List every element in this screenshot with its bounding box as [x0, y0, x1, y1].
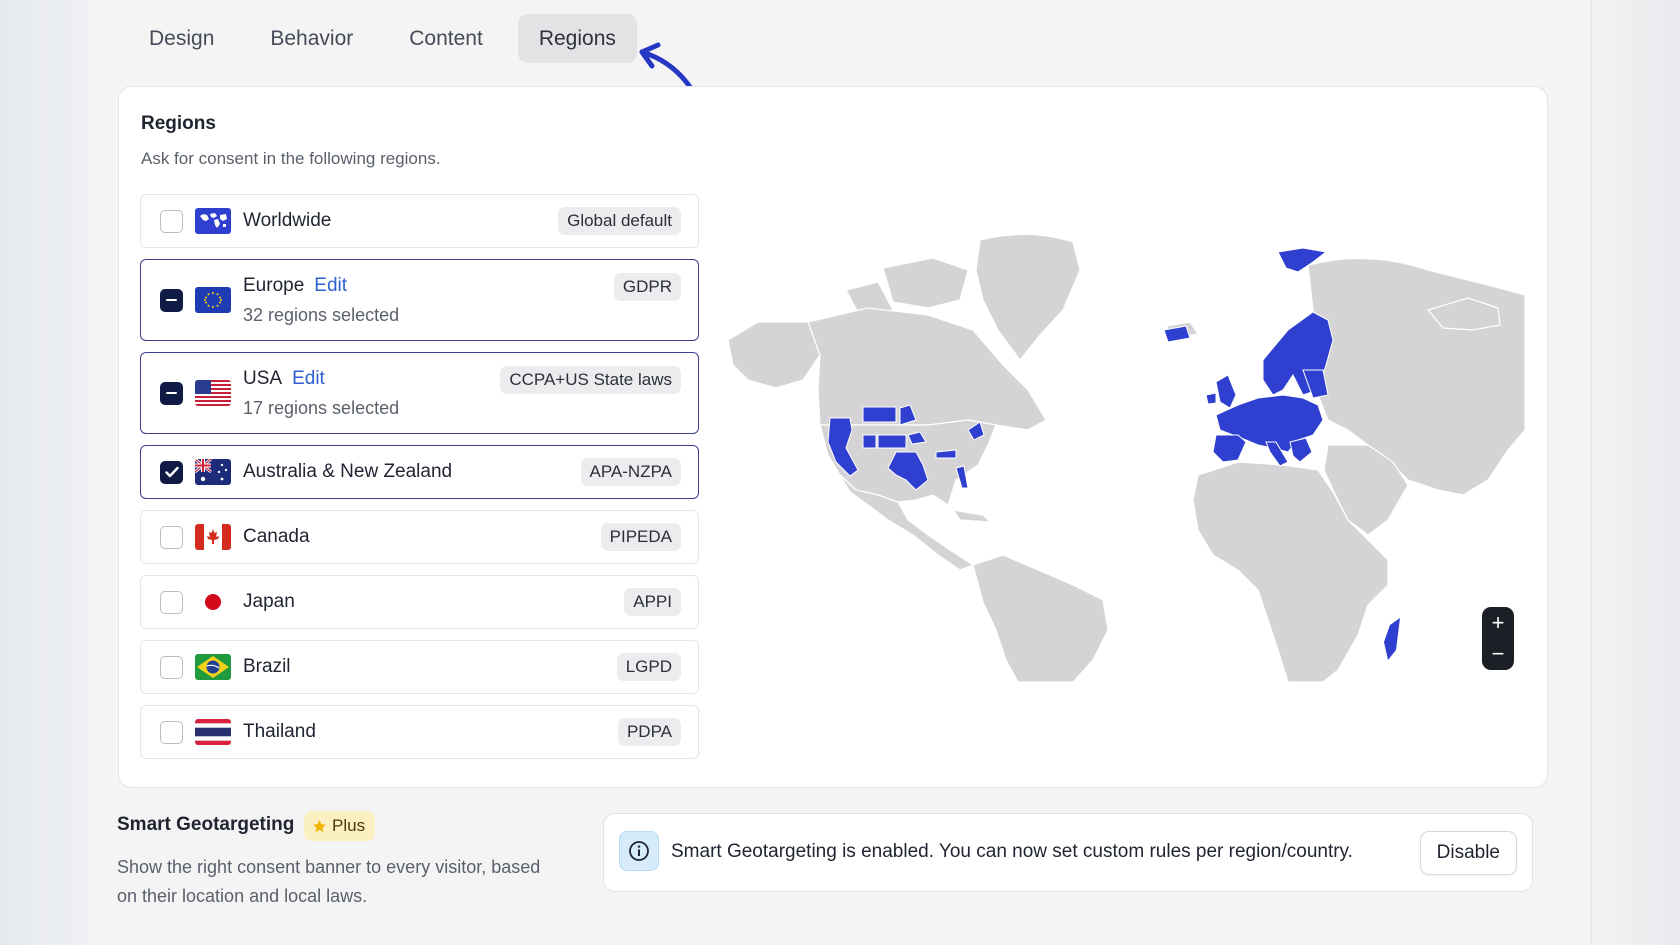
- world-map[interactable]: [728, 230, 1525, 682]
- us-flag-icon: [195, 380, 231, 406]
- region-name: Worldwide: [243, 210, 332, 231]
- law-badge: Global default: [558, 207, 681, 235]
- region-name: Japan: [243, 591, 295, 612]
- checkbox[interactable]: [160, 525, 183, 549]
- law-badge: APPI: [624, 588, 681, 616]
- geo-description: Show the right consent banner to every v…: [117, 857, 541, 906]
- tab-behavior[interactable]: Behavior: [249, 14, 374, 63]
- region-row-usa[interactable]: USA Edit 17 regions selected CCPA+US Stat…: [140, 352, 699, 434]
- br-flag-icon: [195, 654, 231, 680]
- region-row-worldwide[interactable]: Worldwide Global default: [140, 194, 699, 248]
- ca-flag-icon: [195, 524, 231, 550]
- disable-button[interactable]: Disable: [1419, 831, 1517, 875]
- tab-bar: Design Behavior Content Regions: [128, 14, 637, 63]
- zoom-in-button[interactable]: +: [1482, 611, 1514, 634]
- region-name: Brazil: [243, 656, 291, 677]
- th-flag-icon: [195, 719, 231, 745]
- geo-title: Smart Geotargeting: [117, 814, 295, 835]
- star-icon: [313, 819, 326, 832]
- region-row-europe[interactable]: Europe Edit 32 regions selected GDPR: [140, 259, 699, 341]
- checkbox-checked[interactable]: [160, 460, 183, 484]
- world-flag-icon: [195, 208, 231, 234]
- region-row-thailand[interactable]: Thailand PDPA: [140, 705, 699, 759]
- region-name: Canada: [243, 526, 310, 547]
- region-count: 32 regions selected: [243, 305, 400, 325]
- region-name: Australia & New Zealand: [243, 461, 453, 482]
- plus-label: Plus: [332, 816, 366, 835]
- law-badge: PDPA: [617, 718, 681, 746]
- map-zoom-control: + −: [1482, 607, 1514, 670]
- region-row-brazil[interactable]: Brazil LGPD: [140, 640, 699, 694]
- region-list: Worldwide Global default Europe Edit 32 r…: [140, 194, 699, 770]
- law-badge: GDPR: [613, 273, 681, 301]
- tab-design[interactable]: Design: [128, 14, 235, 63]
- region-count: 17 regions selected: [243, 398, 400, 418]
- card-subtitle: Ask for consent in the following regions…: [141, 149, 441, 168]
- au-flag-icon: [195, 459, 231, 485]
- edit-link[interactable]: Edit: [292, 368, 325, 389]
- eu-flag-icon: [195, 287, 231, 313]
- region-name: Europe: [243, 275, 305, 296]
- law-badge: APA-NZPA: [580, 458, 681, 486]
- checkbox[interactable]: [160, 655, 183, 679]
- tab-regions[interactable]: Regions: [517, 14, 637, 63]
- jp-flag-icon: [195, 589, 231, 615]
- region-row-japan[interactable]: Japan APPI: [140, 575, 699, 629]
- edit-link[interactable]: Edit: [314, 275, 347, 296]
- checkbox-partial[interactable]: [160, 381, 183, 405]
- region-row-australia-nz[interactable]: Australia & New Zealand APA-NZPA: [140, 445, 699, 499]
- region-name: Thailand: [243, 721, 316, 742]
- info-icon: [619, 831, 659, 871]
- checkbox[interactable]: [160, 720, 183, 744]
- geo-info-banner: Smart Geotargeting is enabled. You can n…: [603, 813, 1533, 892]
- zoom-out-button[interactable]: −: [1482, 643, 1514, 665]
- tab-content[interactable]: Content: [388, 14, 504, 63]
- checkbox[interactable]: [160, 590, 183, 614]
- card-title: Regions: [141, 113, 216, 134]
- law-badge: LGPD: [616, 653, 681, 681]
- info-text: Smart Geotargeting is enabled. You can n…: [671, 841, 1353, 862]
- region-name: USA: [243, 368, 283, 389]
- checkbox[interactable]: [160, 209, 183, 233]
- law-badge: CCPA+US State laws: [500, 366, 681, 394]
- checkbox-partial[interactable]: [160, 288, 183, 312]
- region-row-canada[interactable]: Canada PIPEDA: [140, 510, 699, 564]
- plus-badge: Plus: [304, 811, 376, 841]
- law-badge: PIPEDA: [600, 523, 681, 551]
